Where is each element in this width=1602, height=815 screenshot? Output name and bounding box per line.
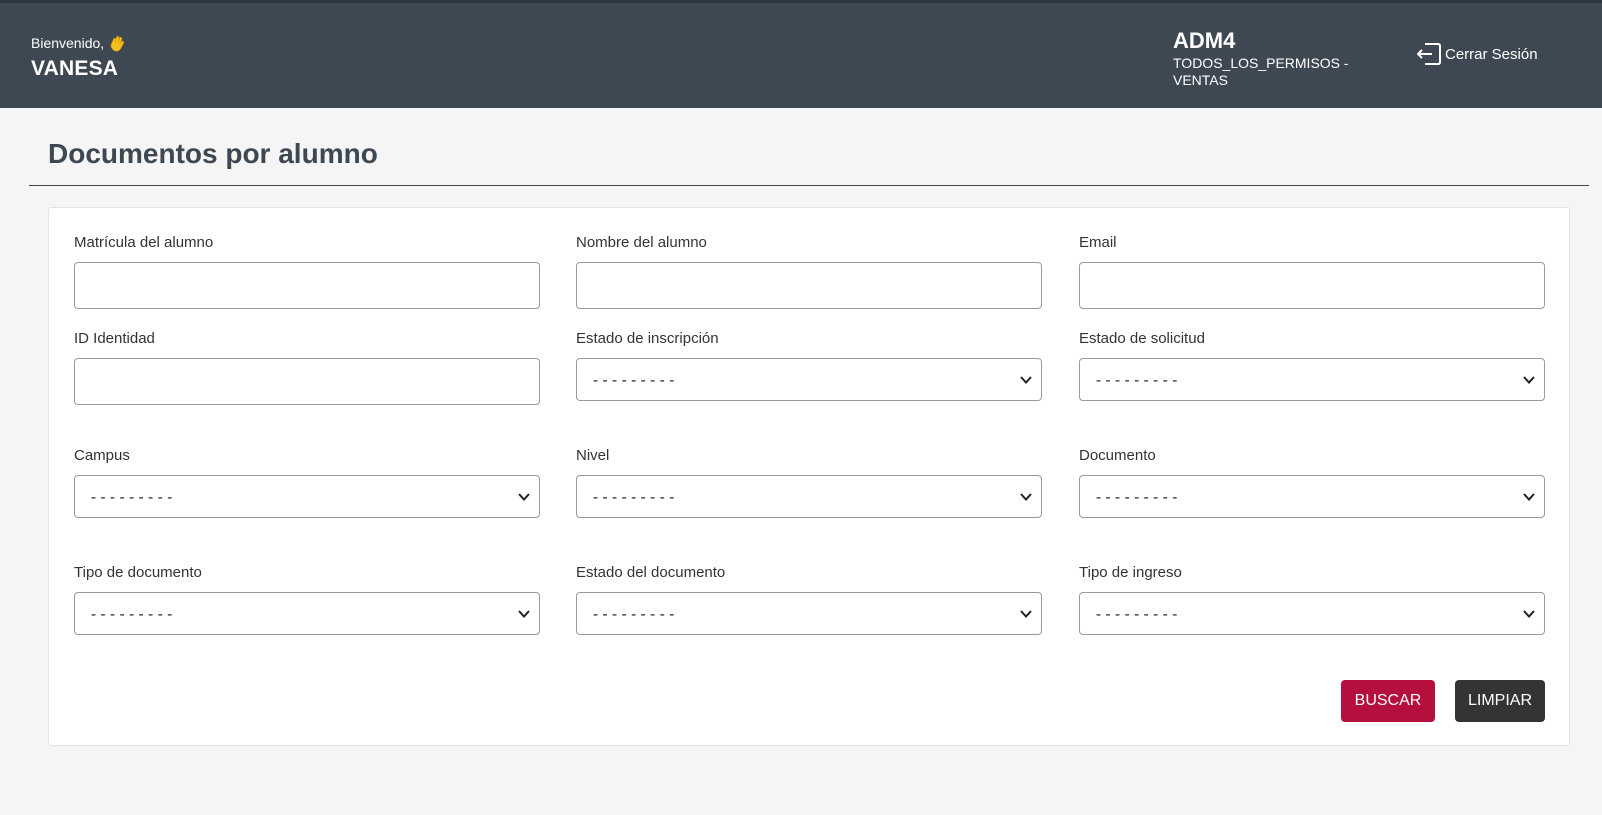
role-description: TODOS_LOS_PERMISOS - VENTAS (1173, 55, 1349, 88)
logout-button[interactable]: Cerrar Sesión (1415, 41, 1538, 67)
welcome-text: Bienvenido, (31, 35, 105, 51)
nombre-label: Nombre del alumno (576, 234, 707, 251)
page-title: Documentos por alumno (48, 138, 378, 169)
estado-documento-value: --------- (591, 604, 677, 623)
chevron-down-icon (1523, 376, 1535, 384)
nivel-value: --------- (591, 487, 677, 506)
title-divider (29, 185, 1589, 186)
email-label: Email (1079, 234, 1117, 251)
field-id-identidad: ID Identidad (74, 330, 540, 405)
field-estado-documento: Estado del documento --------- (576, 564, 1042, 635)
campus-select[interactable]: --------- (74, 475, 540, 518)
chevron-down-icon (1020, 610, 1032, 618)
tipo-ingreso-select[interactable]: --------- (1079, 592, 1545, 635)
nivel-select[interactable]: --------- (576, 475, 1042, 518)
chevron-down-icon (518, 610, 530, 618)
field-estado-inscripcion: Estado de inscripción --------- (576, 330, 1042, 401)
chevron-down-icon (1523, 610, 1535, 618)
field-tipo-ingreso: Tipo de ingreso --------- (1079, 564, 1545, 635)
chevron-down-icon (1523, 493, 1535, 501)
id-identidad-input[interactable] (74, 358, 540, 405)
chevron-down-icon (518, 493, 530, 501)
documento-label: Documento (1079, 447, 1156, 464)
field-email: Email (1079, 234, 1545, 309)
field-nivel: Nivel --------- (576, 447, 1042, 518)
campus-label: Campus (74, 447, 130, 464)
estado-inscripcion-value: --------- (591, 370, 677, 389)
chevron-down-icon (1020, 376, 1032, 384)
tipo-documento-select[interactable]: --------- (74, 592, 540, 635)
field-tipo-documento: Tipo de documento --------- (74, 564, 540, 635)
id-identidad-label: ID Identidad (74, 330, 155, 347)
estado-documento-label: Estado del documento (576, 564, 726, 581)
field-matricula: Matrícula del alumno (74, 234, 540, 309)
chevron-down-icon (1020, 493, 1032, 501)
documento-select[interactable]: --------- (1079, 475, 1545, 518)
field-nombre: Nombre del alumno (576, 234, 1042, 309)
field-documento: Documento --------- (1079, 447, 1545, 518)
estado-documento-select[interactable]: --------- (576, 592, 1042, 635)
matricula-label: Matrícula del alumno (74, 234, 214, 251)
matricula-input[interactable] (74, 262, 540, 309)
tipo-ingreso-value: --------- (1094, 604, 1180, 623)
tipo-documento-value: --------- (89, 604, 175, 623)
tipo-ingreso-label: Tipo de ingreso (1079, 564, 1182, 581)
estado-solicitud-value: --------- (1094, 370, 1180, 389)
estado-solicitud-label: Estado de solicitud (1079, 330, 1205, 347)
search-button[interactable]: BUSCAR (1341, 680, 1435, 722)
logout-label: Cerrar Sesión (1445, 45, 1538, 63)
estado-inscripcion-label: Estado de inscripción (576, 330, 719, 347)
tipo-documento-label: Tipo de documento (74, 564, 202, 581)
documento-value: --------- (1094, 487, 1180, 506)
estado-inscripcion-select[interactable]: --------- (576, 358, 1042, 401)
email-input[interactable] (1079, 262, 1545, 309)
role-code: ADM4 (1173, 28, 1236, 53)
welcome-greeting: Bienvenido, (31, 33, 127, 53)
logout-icon (1415, 41, 1443, 67)
top-header: Bienvenido, VANESA ADM4 TODOS_LOS_PERMIS… (0, 0, 1602, 108)
clear-button[interactable]: LIMPIAR (1455, 680, 1545, 722)
field-estado-solicitud: Estado de solicitud --------- (1079, 330, 1545, 401)
estado-solicitud-select[interactable]: --------- (1079, 358, 1545, 401)
waving-hand-icon (107, 33, 127, 53)
nivel-label: Nivel (576, 447, 610, 464)
nombre-input[interactable] (576, 262, 1042, 309)
field-campus: Campus --------- (74, 447, 540, 518)
campus-value: --------- (89, 487, 175, 506)
user-name: VANESA (31, 57, 119, 80)
